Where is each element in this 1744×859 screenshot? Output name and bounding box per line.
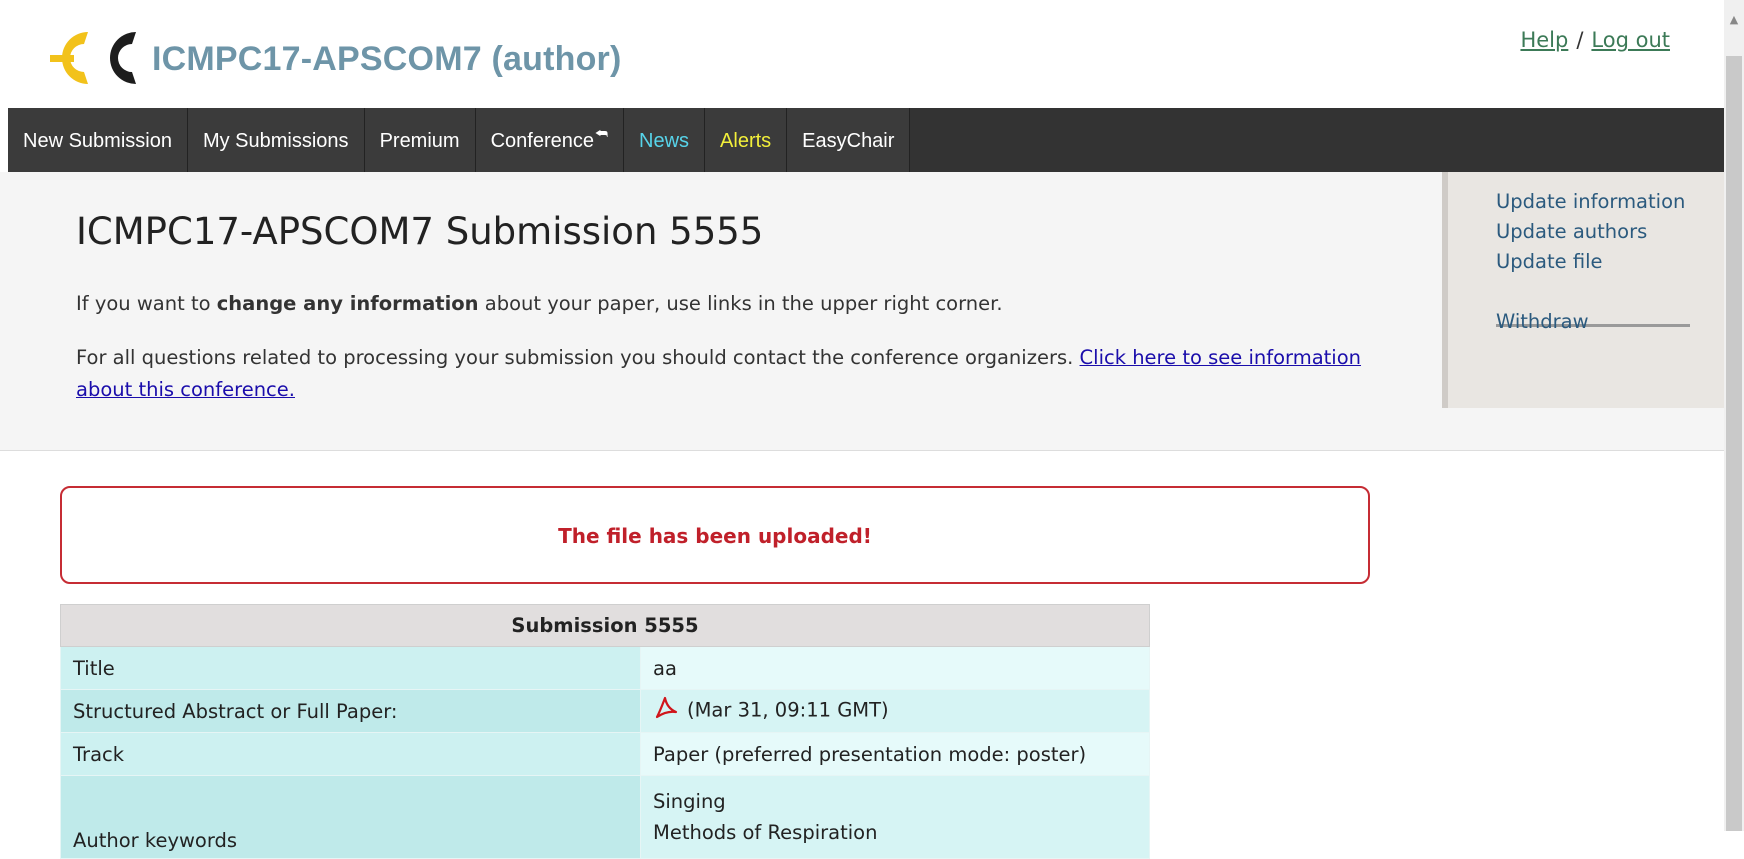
update-file-link[interactable]: Update file bbox=[1496, 250, 1603, 273]
submission-table: Submission 5555 Title aa Structured Abst… bbox=[60, 604, 1150, 859]
upload-success-alert: The file has been uploaded! bbox=[60, 486, 1370, 584]
update-information-link[interactable]: Update information bbox=[1496, 190, 1685, 213]
menu-label: My Submissions bbox=[202, 130, 349, 152]
row-label: Track bbox=[60, 732, 641, 776]
app-title: ICMPC17-APSCOM7 (author) bbox=[152, 40, 622, 78]
table-row: Structured Abstract or Full Paper: (Mar … bbox=[60, 689, 1150, 733]
row-value: Paper (preferred presentation mode: post… bbox=[640, 732, 1150, 776]
intro-text: If you want to change any information ab… bbox=[76, 292, 1003, 315]
submenu-return-icon: ⮪ bbox=[594, 125, 609, 141]
menu-label: New Submission bbox=[23, 130, 172, 152]
alert-message: The file has been uploaded! bbox=[558, 524, 872, 548]
vertical-scrollbar[interactable]: ▲ bbox=[1724, 0, 1744, 831]
top-links: Help / Log out bbox=[1520, 28, 1670, 52]
menu-premium[interactable]: Premium bbox=[364, 108, 476, 172]
update-authors-link[interactable]: Update authors bbox=[1496, 220, 1647, 243]
menu-news[interactable]: News bbox=[624, 108, 706, 172]
easychair-logo[interactable]: EC bbox=[44, 28, 140, 88]
withdraw-link[interactable]: Withdraw bbox=[1496, 310, 1589, 333]
menu-label: News bbox=[639, 130, 690, 152]
menu-alerts[interactable]: Alerts bbox=[705, 108, 788, 172]
help-link[interactable]: Help bbox=[1520, 28, 1568, 52]
scrollbar-thumb[interactable] bbox=[1726, 56, 1742, 831]
intro-bold: change any information bbox=[216, 292, 479, 315]
table-row: Title aa bbox=[60, 646, 1150, 690]
submission-actions-panel: Update information Update authors Update… bbox=[1442, 172, 1730, 408]
pdf-icon[interactable] bbox=[653, 695, 679, 721]
keyword-item: Singing bbox=[653, 790, 726, 813]
row-label: Author keywords bbox=[60, 775, 641, 859]
row-label: Structured Abstract or Full Paper: bbox=[60, 689, 641, 733]
row-value-keywords: Singing Methods of Respiration bbox=[640, 775, 1150, 859]
header: EC ICMPC17-APSCOM7 (author) Help / Log out bbox=[0, 0, 1724, 108]
table-header: Submission 5555 bbox=[60, 604, 1150, 647]
intro-text-start: If you want to bbox=[76, 292, 217, 315]
menu-my-submissions[interactable]: My Submissions bbox=[187, 108, 365, 172]
menu-easychair[interactable]: EasyChair bbox=[787, 108, 911, 172]
file-timestamp: (Mar 31, 09:11 GMT) bbox=[687, 698, 889, 722]
menu-label: Premium bbox=[379, 130, 460, 152]
row-value-file: (Mar 31, 09:11 GMT) bbox=[640, 689, 1150, 733]
menu-label: EasyChair bbox=[802, 130, 895, 152]
page-title: ICMPC17-APSCOM7 Submission 5555 bbox=[76, 210, 764, 253]
menu-new-submission[interactable]: New Submission bbox=[8, 108, 188, 172]
main-menu: New Submission My Submissions Premium Co… bbox=[8, 108, 1724, 172]
menu-label: Conference bbox=[490, 130, 594, 152]
scroll-up-arrow-icon[interactable]: ▲ bbox=[1724, 0, 1744, 40]
menu-conference[interactable]: Conference⮪ bbox=[475, 108, 625, 172]
contact-text-body: For all questions related to processing … bbox=[76, 346, 1080, 369]
table-row: Track Paper (preferred presentation mode… bbox=[60, 732, 1150, 776]
link-separator: / bbox=[1576, 28, 1584, 52]
row-label: Title bbox=[60, 646, 641, 690]
row-value: aa bbox=[640, 646, 1150, 690]
menu-label: Alerts bbox=[720, 130, 772, 152]
keyword-item: Methods of Respiration bbox=[653, 821, 878, 844]
intro-text-end: about your paper, use links in the upper… bbox=[478, 292, 1003, 315]
contact-text: For all questions related to processing … bbox=[76, 342, 1386, 406]
table-header-row: Submission 5555 bbox=[60, 604, 1150, 647]
logout-link[interactable]: Log out bbox=[1591, 28, 1670, 52]
table-row: Author keywords Singing Methods of Respi… bbox=[60, 775, 1150, 859]
